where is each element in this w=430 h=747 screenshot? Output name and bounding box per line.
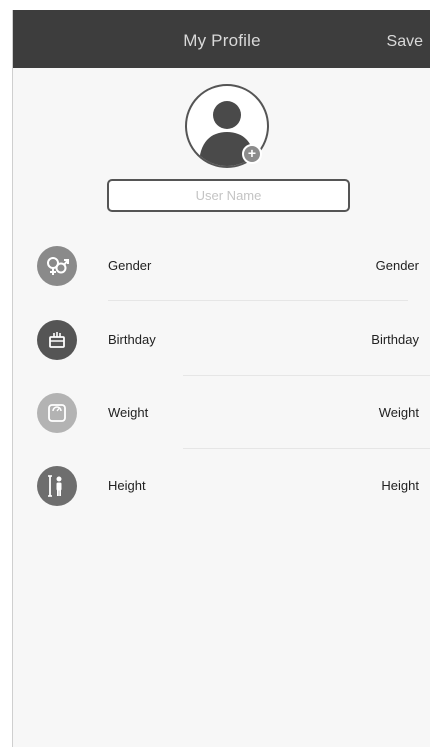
birthday-value: Birthday bbox=[371, 332, 419, 347]
page-title: My Profile bbox=[183, 31, 261, 50]
gender-icon bbox=[37, 246, 77, 286]
weight-row[interactable]: Weight Weight bbox=[13, 383, 430, 443]
navigation-bar: My Profile Save bbox=[13, 10, 430, 68]
username-input[interactable] bbox=[107, 179, 350, 212]
divider bbox=[183, 448, 430, 449]
weight-label: Weight bbox=[108, 405, 149, 420]
divider bbox=[183, 375, 430, 376]
birthday-label: Birthday bbox=[108, 332, 156, 347]
save-button[interactable]: Save bbox=[387, 10, 423, 68]
gender-value: Gender bbox=[375, 258, 419, 273]
height-row[interactable]: Height Height bbox=[13, 456, 430, 516]
height-value: Height bbox=[381, 478, 419, 493]
scale-icon bbox=[37, 393, 77, 433]
birthday-row[interactable]: Birthday Birthday bbox=[13, 310, 430, 370]
profile-screen: My Profile Save + Gender Gender bbox=[12, 10, 430, 747]
add-photo-icon[interactable]: + bbox=[242, 144, 262, 164]
divider bbox=[108, 300, 408, 301]
gender-label: Gender bbox=[108, 258, 152, 273]
height-label: Height bbox=[108, 478, 146, 493]
height-icon bbox=[37, 466, 77, 506]
cake-icon bbox=[37, 320, 77, 360]
weight-value: Weight bbox=[378, 405, 419, 420]
gender-row[interactable]: Gender Gender bbox=[13, 236, 430, 296]
